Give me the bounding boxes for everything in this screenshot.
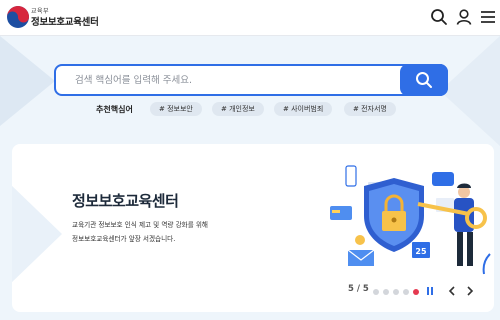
search-icon[interactable]	[430, 8, 448, 26]
taegeuk-logo[interactable]	[6, 5, 30, 29]
decorative-shape	[12, 185, 62, 283]
banner-desc-line1: 교육기관 정보보호 인식 제고 및 역량 강화를 위해	[72, 221, 208, 229]
keyword-tag[interactable]: # 개인정보	[212, 102, 264, 116]
pause-icon[interactable]	[424, 285, 436, 297]
decorative-shape-left	[0, 36, 55, 126]
recommended-keywords-label: 추천핵심어	[96, 105, 133, 114]
slide-counter: 5 / 5	[348, 284, 369, 294]
search-input[interactable]	[56, 66, 402, 94]
banner-title: 정보보호교육센터	[72, 192, 179, 210]
main-banner: 정보보호교육센터 교육기관 정보보호 인식 제고 및 역량 강화를 위해 정보보…	[12, 144, 494, 312]
search-button[interactable]	[400, 64, 448, 96]
chevron-left-icon[interactable]	[446, 285, 458, 297]
menu-icon[interactable]	[479, 8, 497, 26]
keyword-tag[interactable]: # 전자서명	[344, 102, 396, 116]
security-illustration: 25	[330, 165, 491, 275]
slide-dot[interactable]	[383, 289, 389, 295]
calendar-number: 25	[415, 247, 427, 256]
banner-desc-line2: 정보보호교육센터가 앞장 서겠습니다.	[72, 235, 176, 243]
keyword-tag[interactable]: # 사이버범죄	[274, 102, 333, 116]
slide-dot[interactable]	[393, 289, 399, 295]
slide-dot[interactable]	[403, 289, 409, 295]
keyword-tag[interactable]: # 정보보안	[150, 102, 202, 116]
site-header: 교육부 정보보호교육센터	[0, 0, 500, 36]
user-icon[interactable]	[455, 8, 473, 26]
chevron-right-icon[interactable]	[464, 285, 476, 297]
search-bar	[54, 64, 448, 96]
site-title[interactable]: 정보보호교육센터	[31, 14, 99, 28]
banner-description: 교육기관 정보보호 인식 제고 및 역량 강화를 위해 정보보호교육센터가 앞장…	[72, 218, 208, 246]
slide-dot-active[interactable]	[413, 289, 419, 295]
search-icon	[416, 72, 432, 88]
slide-dot[interactable]	[373, 289, 379, 295]
